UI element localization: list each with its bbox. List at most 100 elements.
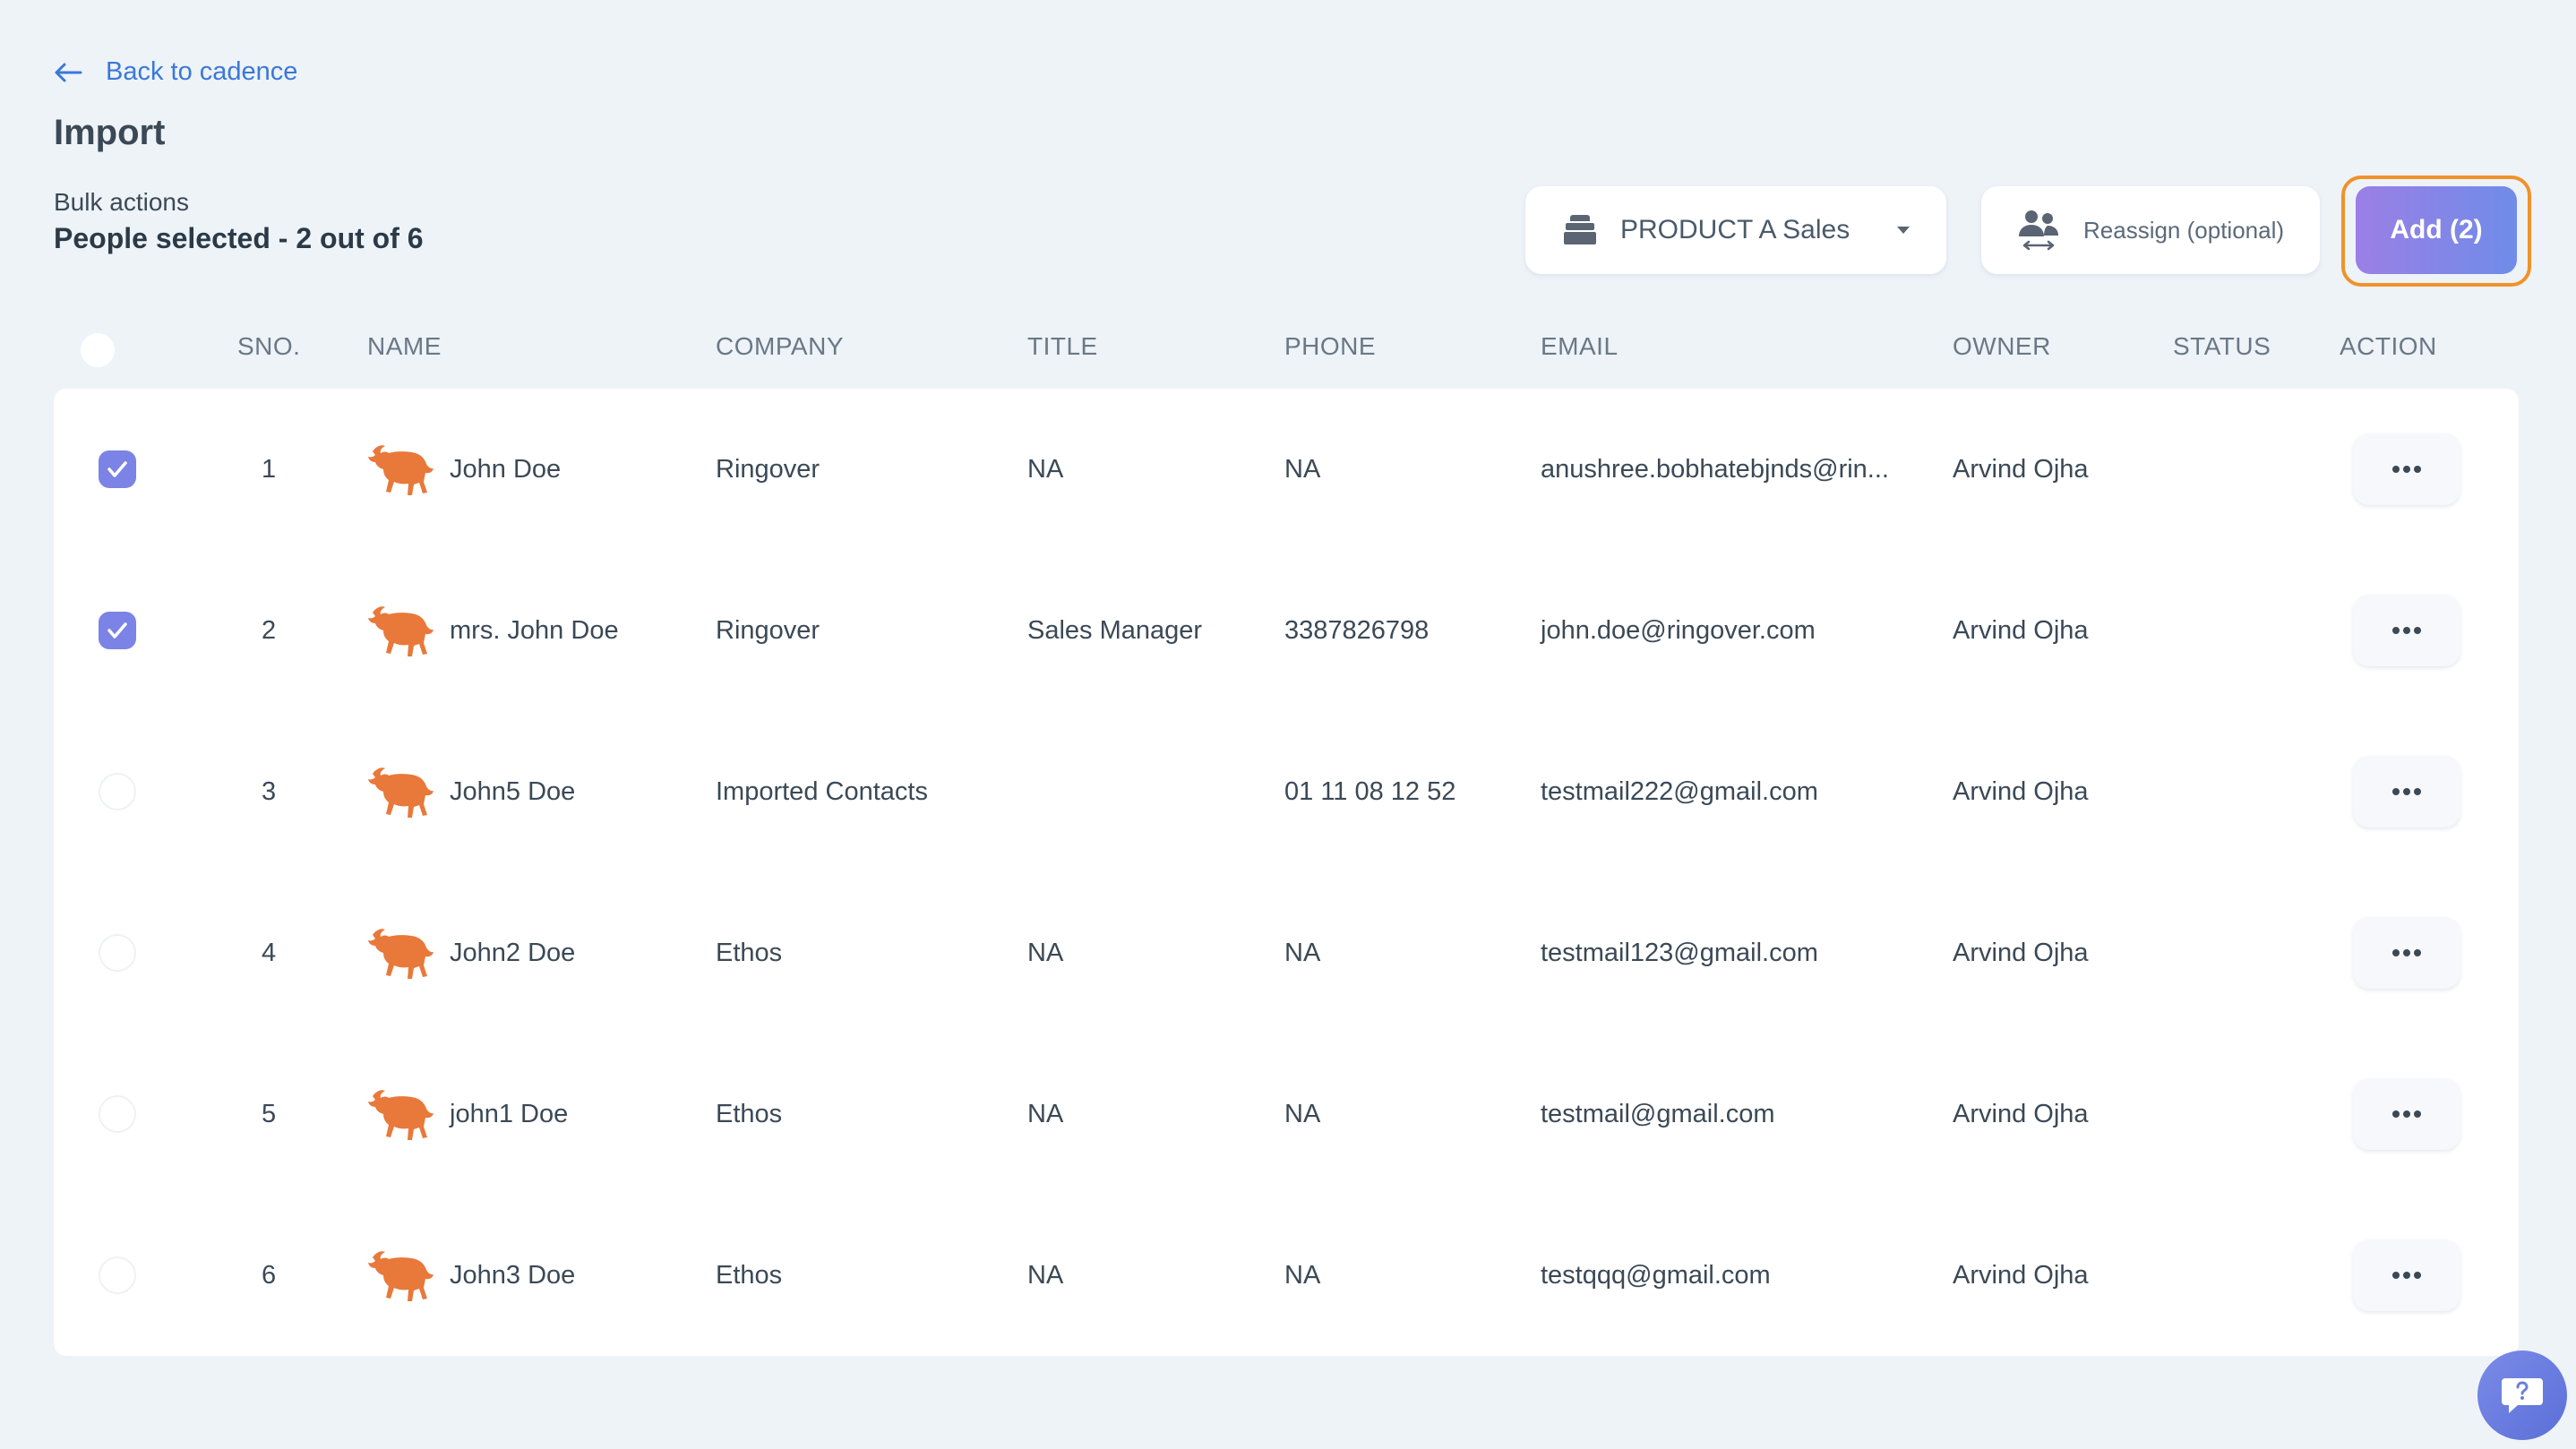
cell-name: john1 Doe bbox=[367, 1033, 568, 1195]
cell-phone: NA bbox=[1284, 454, 1321, 484]
row-more-actions-button[interactable] bbox=[2353, 433, 2460, 505]
more-horizontal-icon bbox=[2392, 1272, 2421, 1279]
cell-sno: 6 bbox=[262, 1260, 277, 1290]
cell-name-text: john1 Doe bbox=[450, 1099, 569, 1128]
row-more-actions-button[interactable] bbox=[2353, 595, 2460, 666]
cell-company: Ethos bbox=[716, 938, 783, 967]
cell-title: NA bbox=[1027, 1099, 1064, 1128]
header-owner: OWNER bbox=[1953, 332, 2051, 360]
cell-phone: NA bbox=[1284, 1260, 1321, 1290]
cell-phone: 01 11 08 12 52 bbox=[1284, 776, 1456, 806]
people-selected-count: People selected - 2 out of 6 bbox=[54, 222, 424, 254]
header-name: NAME bbox=[367, 332, 442, 360]
select-all-checkbox[interactable] bbox=[81, 333, 115, 367]
check-icon bbox=[107, 461, 127, 477]
cell-company: Ringover bbox=[716, 454, 820, 484]
caret-down-icon bbox=[1897, 227, 1910, 234]
cell-owner: Arvind Ojha bbox=[1953, 1260, 2089, 1290]
cell-email: testmail@gmail.com bbox=[1541, 1099, 1775, 1128]
cell-name-text: John5 Doe bbox=[450, 776, 576, 806]
cell-email: testmail222@gmail.com bbox=[1541, 776, 1818, 806]
cell-phone: NA bbox=[1284, 1099, 1321, 1128]
people-table: 1 John Doe Ringover NA NA anushree.bobha… bbox=[54, 389, 2519, 1356]
cell-title: Sales Manager bbox=[1027, 615, 1203, 645]
header-title: TITLE bbox=[1027, 332, 1098, 360]
header-email: EMAIL bbox=[1541, 332, 1619, 360]
check-icon bbox=[107, 622, 127, 639]
cell-name-text: John Doe bbox=[450, 454, 562, 484]
header-status: STATUS bbox=[2173, 332, 2271, 360]
table-row: 6 John3 Doe Ethos NA NA testqqq@gmail.co… bbox=[54, 1195, 2519, 1356]
help-chat-button[interactable] bbox=[2477, 1350, 2567, 1440]
cell-title: NA bbox=[1027, 1260, 1064, 1290]
row-checkbox[interactable] bbox=[99, 773, 136, 810]
cell-sno: 1 bbox=[262, 454, 277, 484]
cell-company: Ethos bbox=[716, 1260, 783, 1290]
cell-email: testqqq@gmail.com bbox=[1541, 1260, 1771, 1290]
more-horizontal-icon bbox=[2392, 627, 2421, 634]
row-checkbox[interactable] bbox=[99, 934, 136, 972]
bulk-actions-label: Bulk actions bbox=[54, 188, 189, 216]
row-more-actions-button[interactable] bbox=[2353, 1078, 2460, 1150]
cell-name: John5 Doe bbox=[367, 711, 575, 872]
header-action: ACTION bbox=[2340, 332, 2437, 360]
cell-company: Ethos bbox=[716, 1099, 783, 1128]
reassign-label: Reassign (optional) bbox=[2083, 216, 2285, 244]
cell-name: mrs. John Doe bbox=[367, 550, 619, 711]
bull-icon bbox=[368, 606, 434, 656]
product-select-dropdown[interactable]: PRODUCT A Sales bbox=[1525, 186, 1946, 274]
add-button[interactable]: Add (2) bbox=[2356, 186, 2517, 274]
cell-sno: 4 bbox=[262, 938, 277, 967]
cell-phone: 3387826798 bbox=[1284, 615, 1430, 645]
users-swap-icon bbox=[2019, 210, 2058, 251]
cell-owner: Arvind Ojha bbox=[1953, 938, 2089, 967]
cell-sno: 2 bbox=[262, 615, 277, 645]
bull-icon bbox=[368, 767, 434, 818]
cell-title: NA bbox=[1027, 938, 1064, 967]
row-more-actions-button[interactable] bbox=[2353, 917, 2460, 989]
arrow-left-icon bbox=[55, 63, 82, 81]
cell-name-text: John2 Doe bbox=[450, 938, 576, 967]
table-row: 3 John5 Doe Imported Contacts 01 11 08 1… bbox=[54, 711, 2519, 872]
help-chat-icon bbox=[2502, 1378, 2543, 1413]
bull-icon bbox=[368, 1090, 434, 1140]
row-checkbox[interactable] bbox=[99, 1095, 136, 1133]
stack-icon bbox=[1562, 215, 1598, 246]
row-more-actions-button[interactable] bbox=[2353, 1239, 2460, 1311]
product-select-value: PRODUCT A Sales bbox=[1620, 215, 1850, 244]
bull-icon bbox=[368, 445, 434, 495]
more-horizontal-icon bbox=[2392, 466, 2421, 473]
cell-owner: Arvind Ojha bbox=[1953, 454, 2089, 484]
cell-owner: Arvind Ojha bbox=[1953, 1099, 2089, 1128]
cell-company: Ringover bbox=[716, 615, 820, 645]
back-to-cadence-link[interactable]: Back to cadence bbox=[54, 57, 297, 87]
cell-sno: 3 bbox=[262, 776, 277, 806]
header-sno: SNO. bbox=[237, 332, 301, 360]
cell-email: john.doe@ringover.com bbox=[1541, 615, 1816, 645]
cell-sno: 5 bbox=[262, 1099, 277, 1128]
cell-company: Imported Contacts bbox=[716, 776, 928, 806]
row-checkbox[interactable] bbox=[99, 1256, 136, 1294]
more-horizontal-icon bbox=[2392, 1110, 2421, 1118]
cell-name: John3 Doe bbox=[367, 1195, 575, 1356]
bull-icon bbox=[368, 929, 434, 979]
cell-name: John Doe bbox=[367, 389, 561, 550]
table-row: 5 john1 Doe Ethos NA NA testmail@gmail.c… bbox=[54, 1033, 2519, 1195]
header-phone: PHONE bbox=[1284, 332, 1377, 360]
table-header: SNO. NAME COMPANY TITLE PHONE EMAIL OWNE… bbox=[54, 324, 2519, 389]
reassign-button[interactable]: Reassign (optional) bbox=[1981, 186, 2320, 274]
more-horizontal-icon bbox=[2392, 788, 2421, 795]
more-horizontal-icon bbox=[2392, 949, 2421, 956]
header-company: COMPANY bbox=[716, 332, 844, 360]
table-row: 4 John2 Doe Ethos NA NA testmail123@gmai… bbox=[54, 872, 2519, 1033]
page-title: Import bbox=[54, 113, 166, 152]
table-row: 2 mrs. John Doe Ringover Sales Manager 3… bbox=[54, 550, 2519, 711]
cell-title: NA bbox=[1027, 454, 1064, 484]
cell-phone: NA bbox=[1284, 938, 1321, 967]
row-checkbox[interactable] bbox=[99, 612, 136, 649]
cell-name-text: mrs. John Doe bbox=[450, 615, 619, 645]
table-row: 1 John Doe Ringover NA NA anushree.bobha… bbox=[54, 389, 2519, 550]
row-more-actions-button[interactable] bbox=[2353, 756, 2460, 827]
row-checkbox[interactable] bbox=[99, 450, 136, 488]
cell-name-text: John3 Doe bbox=[450, 1260, 576, 1290]
